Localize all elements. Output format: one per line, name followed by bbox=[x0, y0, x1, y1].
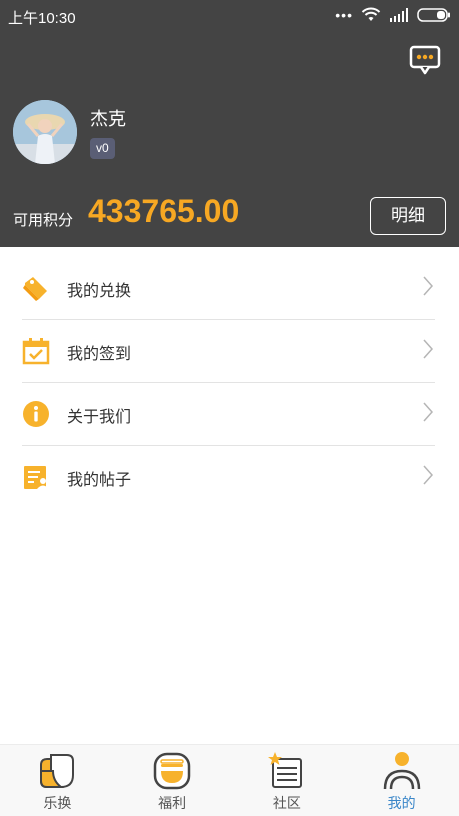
wifi-icon bbox=[361, 7, 381, 21]
tab-label-welfare: 福利 bbox=[158, 795, 187, 811]
points-label: 可用积分 bbox=[13, 212, 74, 229]
menu-label-checkin: 我的签到 bbox=[67, 346, 132, 363]
status-time: 上午10:30 bbox=[8, 10, 76, 27]
signal-icon bbox=[390, 8, 408, 22]
level-badge: v0 bbox=[90, 138, 115, 159]
tab-welfare[interactable]: 福利 bbox=[115, 745, 230, 816]
chevron-right-icon bbox=[423, 402, 434, 422]
tag-icon bbox=[23, 277, 47, 301]
chevron-right-icon bbox=[423, 465, 434, 485]
menu-item-about[interactable]: 关于我们 bbox=[22, 383, 435, 446]
tab-label-community: 社区 bbox=[272, 795, 301, 811]
tab-label-profile: 我的 bbox=[387, 795, 416, 811]
welfare-icon bbox=[153, 752, 191, 790]
menu-label-about: 关于我们 bbox=[67, 409, 132, 426]
menu-label-exchange: 我的兑换 bbox=[67, 283, 132, 300]
battery-icon bbox=[417, 8, 450, 22]
info-icon bbox=[23, 401, 49, 427]
menu-item-posts[interactable]: 我的帖子 bbox=[22, 446, 435, 509]
profile-icon bbox=[383, 752, 420, 790]
posts-icon bbox=[24, 466, 49, 489]
message-icon[interactable] bbox=[409, 45, 441, 75]
chevron-right-icon bbox=[423, 339, 434, 359]
profile-header: 上午10:30 ••• 杰克 v0 可用积分 433765.00 明细 bbox=[0, 0, 459, 247]
avatar[interactable] bbox=[13, 100, 77, 164]
username: 杰克 bbox=[90, 109, 126, 129]
community-icon bbox=[267, 752, 302, 788]
calendar-check-icon bbox=[22, 338, 50, 365]
status-icons: ••• bbox=[335, 7, 451, 23]
menu-item-exchange[interactable]: 我的兑换 bbox=[22, 257, 435, 320]
exchange-icon bbox=[40, 754, 75, 788]
bottom-tab-bar: 乐换 福利 社区 我的 bbox=[0, 744, 459, 816]
status-bar: 上午10:30 ••• bbox=[0, 0, 459, 32]
more-dots-icon: ••• bbox=[335, 7, 353, 23]
detail-button[interactable]: 明细 bbox=[370, 197, 446, 235]
tab-community[interactable]: 社区 bbox=[230, 745, 345, 816]
chevron-right-icon bbox=[423, 276, 434, 296]
avatar-image bbox=[13, 100, 77, 164]
menu-item-checkin[interactable]: 我的签到 bbox=[22, 320, 435, 383]
tab-label-exchange: 乐换 bbox=[43, 795, 72, 811]
tab-profile[interactable]: 我的 bbox=[344, 745, 459, 816]
points-value: 433765.00 bbox=[88, 193, 240, 229]
tab-exchange[interactable]: 乐换 bbox=[0, 745, 115, 816]
menu-list: 我的兑换 我的签到 关于我们 我的帖子 bbox=[0, 257, 459, 509]
menu-label-posts: 我的帖子 bbox=[67, 472, 132, 489]
